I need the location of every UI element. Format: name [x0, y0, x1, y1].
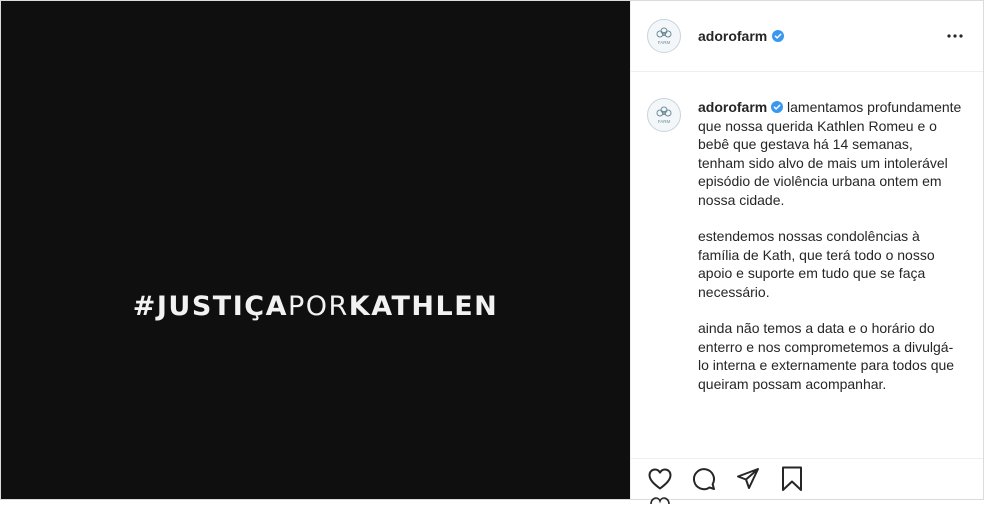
- caption-avatar[interactable]: FARM: [647, 98, 681, 132]
- header-username[interactable]: adorofarm: [698, 28, 767, 44]
- verified-badge-icon: [771, 101, 784, 113]
- caption-paragraph-2: estendemos nossas condolências à família…: [698, 228, 935, 300]
- caption-paragraph-1-text: lamentamos profundamente que nossa queri…: [698, 99, 962, 208]
- post-image[interactable]: #JUSTIÇAPORKATHLEN: [1, 1, 630, 499]
- verified-badge-icon: [772, 30, 785, 42]
- heart-icon[interactable]: [647, 466, 673, 492]
- instagram-post: #JUSTIÇAPORKATHLEN FARM adorofarm FARM a…: [0, 0, 984, 505]
- hashtag-part-kathlen: KATHLEN: [348, 291, 499, 322]
- caption-username[interactable]: adorofarm: [698, 99, 767, 115]
- farm-flower-icon: FARM: [656, 27, 672, 45]
- comment-icon[interactable]: [691, 466, 717, 492]
- heart-icon: [650, 497, 670, 505]
- image-hashtag-text: #JUSTIÇAPORKATHLEN: [1, 291, 630, 322]
- hashtag-part-por: POR: [287, 291, 349, 322]
- more-options-icon[interactable]: [943, 24, 967, 48]
- caption-avatar-label: FARM: [658, 119, 671, 124]
- hashtag-part-justica: #JUSTIÇA: [132, 291, 288, 322]
- caption-area: FARM adorofarm lamentamos profundamente …: [631, 72, 983, 458]
- action-bar: [631, 458, 983, 505]
- caption-paragraph-1: adorofarm lamentamos profundamente que n…: [698, 98, 963, 209]
- avatar[interactable]: FARM: [647, 19, 681, 53]
- caption-text: adorofarm lamentamos profundamente que n…: [698, 98, 963, 411]
- post-sidebar: FARM adorofarm FARM adorofarm lamentamos…: [630, 1, 983, 505]
- post-header: FARM adorofarm: [631, 1, 983, 72]
- share-icon[interactable]: [735, 466, 761, 492]
- caption-row: FARM adorofarm lamentamos profundamente …: [647, 98, 967, 411]
- farm-flower-icon: FARM: [656, 106, 672, 124]
- avatar-label: FARM: [658, 40, 671, 45]
- caption-paragraph-3: ainda não temos a data e o horário do en…: [698, 320, 955, 392]
- bookmark-icon[interactable]: [779, 466, 805, 492]
